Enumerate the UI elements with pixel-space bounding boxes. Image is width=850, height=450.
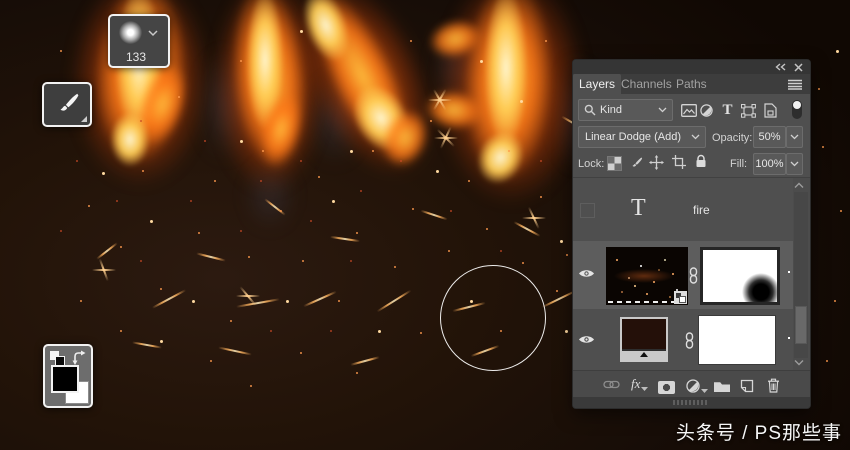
mask-link-chain-icon[interactable] [685, 332, 694, 349]
panel-resize-strip[interactable] [573, 397, 810, 408]
spark-burst [236, 284, 260, 308]
tab-paths[interactable]: Paths [670, 74, 713, 94]
tab-layers[interactable]: Layers [573, 74, 622, 94]
color-swatches [43, 344, 93, 408]
spark-streak [196, 252, 226, 262]
panel-header-strip [573, 60, 810, 74]
link-layers-icon[interactable] [603, 380, 620, 389]
lock-all-padlock-icon[interactable] [695, 154, 707, 168]
spark-streak [541, 289, 577, 309]
layer-mask-thumbnail[interactable] [698, 315, 776, 365]
tool-flyout-triangle [81, 116, 87, 122]
scrollbar-thumb[interactable] [795, 306, 807, 344]
layer-row-fire-text[interactable]: T fire [573, 178, 793, 242]
fire-letter-4 [421, 0, 586, 205]
text-layer-thumbnail[interactable]: T [631, 195, 646, 222]
lock-artboard-icon[interactable] [672, 155, 686, 169]
spark-streak [330, 235, 360, 243]
spark-streak [303, 290, 337, 308]
delete-layer-trash-button[interactable] [767, 378, 780, 393]
spark-burst [92, 258, 116, 282]
search-icon [584, 104, 596, 116]
spark-streak [151, 289, 187, 309]
thumbnail-dashed-line [608, 301, 674, 303]
brush-size-value: 133 [125, 50, 147, 64]
spark-dots-red [0, 0, 2, 2]
adjustment-layer-thumbnail[interactable] [620, 317, 668, 362]
close-panel-icon[interactable] [794, 63, 803, 72]
visibility-checkbox-empty[interactable] [580, 203, 595, 218]
brush-icon [54, 91, 80, 117]
visibility-eye-icon[interactable] [578, 268, 595, 279]
filter-pixel-layers-icon[interactable] [681, 104, 697, 117]
fill-value-field[interactable]: 100% [753, 153, 786, 175]
fire-letter-3 [269, 0, 462, 198]
opacity-label: Opacity: [712, 132, 753, 144]
add-layer-mask-button[interactable] [658, 381, 675, 394]
filter-kind-dropdown[interactable]: Kind [578, 99, 673, 121]
tab-channels[interactable]: Channels [615, 74, 678, 94]
chevron-down-icon [691, 134, 700, 140]
foreground-color-swatch[interactable] [51, 365, 79, 393]
filter-type-layers-icon[interactable]: T [721, 102, 734, 118]
scroll-up-icon[interactable] [794, 182, 804, 189]
spark-streak [350, 356, 380, 366]
filter-kind-label: Kind [600, 104, 623, 116]
photoshop-workspace: 133 Layers Channels Paths Kind T Linear … [0, 0, 850, 450]
spark-burst [522, 206, 546, 230]
visibility-eye-icon[interactable] [578, 334, 595, 345]
layer-row-adjustment[interactable] [573, 309, 793, 372]
collapse-panel-icon[interactable] [775, 63, 786, 71]
filter-toggle-switch[interactable] [792, 100, 802, 119]
scrollbar-track[interactable] [794, 192, 808, 358]
panel-footer: fx [573, 370, 810, 398]
new-group-folder-button[interactable] [713, 381, 731, 393]
scroll-down-icon[interactable] [794, 359, 804, 366]
soft-brush-thumbnail-icon [119, 21, 142, 44]
layers-list: T fire [573, 177, 810, 372]
layer-thumbnail-starfield[interactable] [606, 247, 688, 305]
spark-streak [132, 341, 162, 349]
opacity-value-field[interactable]: 50% [753, 126, 786, 148]
swap-colors-icon[interactable] [72, 350, 87, 365]
brush-preset-picker[interactable]: 133 [108, 14, 170, 68]
blend-mode-value: Linear Dodge (Add) [585, 131, 682, 143]
layer-name[interactable]: fire [693, 203, 710, 217]
spark-burst [428, 88, 452, 112]
chevron-down-icon[interactable] [148, 30, 158, 37]
filter-smart-object-icon[interactable] [764, 103, 777, 118]
chevron-down-icon [658, 107, 667, 113]
lock-label: Lock: [578, 158, 605, 170]
watermark-text: 头条号 / PS那些事 [675, 423, 842, 444]
filter-shape-layers-icon[interactable] [741, 104, 756, 118]
spark-streak [420, 209, 448, 221]
layers-panel: Layers Channels Paths Kind T Linear Dodg… [573, 60, 810, 408]
lock-transparency-icon[interactable] [607, 156, 622, 171]
spark-streak [218, 346, 252, 356]
lock-pixels-brush-icon[interactable] [629, 156, 643, 170]
resize-grip[interactable] [673, 400, 707, 405]
brush-tool-button[interactable] [42, 82, 92, 127]
lock-position-move-icon[interactable] [649, 155, 664, 170]
layer-style-fx-button[interactable]: fx [631, 376, 649, 392]
brush-cursor-circle [440, 265, 546, 371]
panel-menu-icon[interactable] [788, 79, 802, 90]
spark-streak [376, 289, 412, 313]
smart-filter-badge-icon [674, 291, 687, 304]
new-layer-button[interactable] [740, 379, 754, 393]
blend-mode-dropdown[interactable]: Linear Dodge (Add) [578, 126, 706, 148]
add-adjustment-layer-button[interactable] [686, 379, 708, 393]
spark-burst [434, 126, 458, 150]
panel-tab-bar: Layers Channels Paths [573, 74, 810, 94]
layer-mask-thumbnail-selected[interactable] [700, 247, 780, 305]
fill-label: Fill: [730, 158, 748, 170]
mask-link-chain-icon[interactable] [689, 267, 698, 284]
filter-adjustment-layers-icon[interactable] [700, 104, 713, 117]
layer-row-smart-object[interactable] [573, 241, 793, 310]
default-colors-icon[interactable] [50, 351, 65, 366]
opacity-dropdown-button[interactable] [786, 126, 803, 148]
fill-dropdown-button[interactable] [786, 153, 803, 175]
